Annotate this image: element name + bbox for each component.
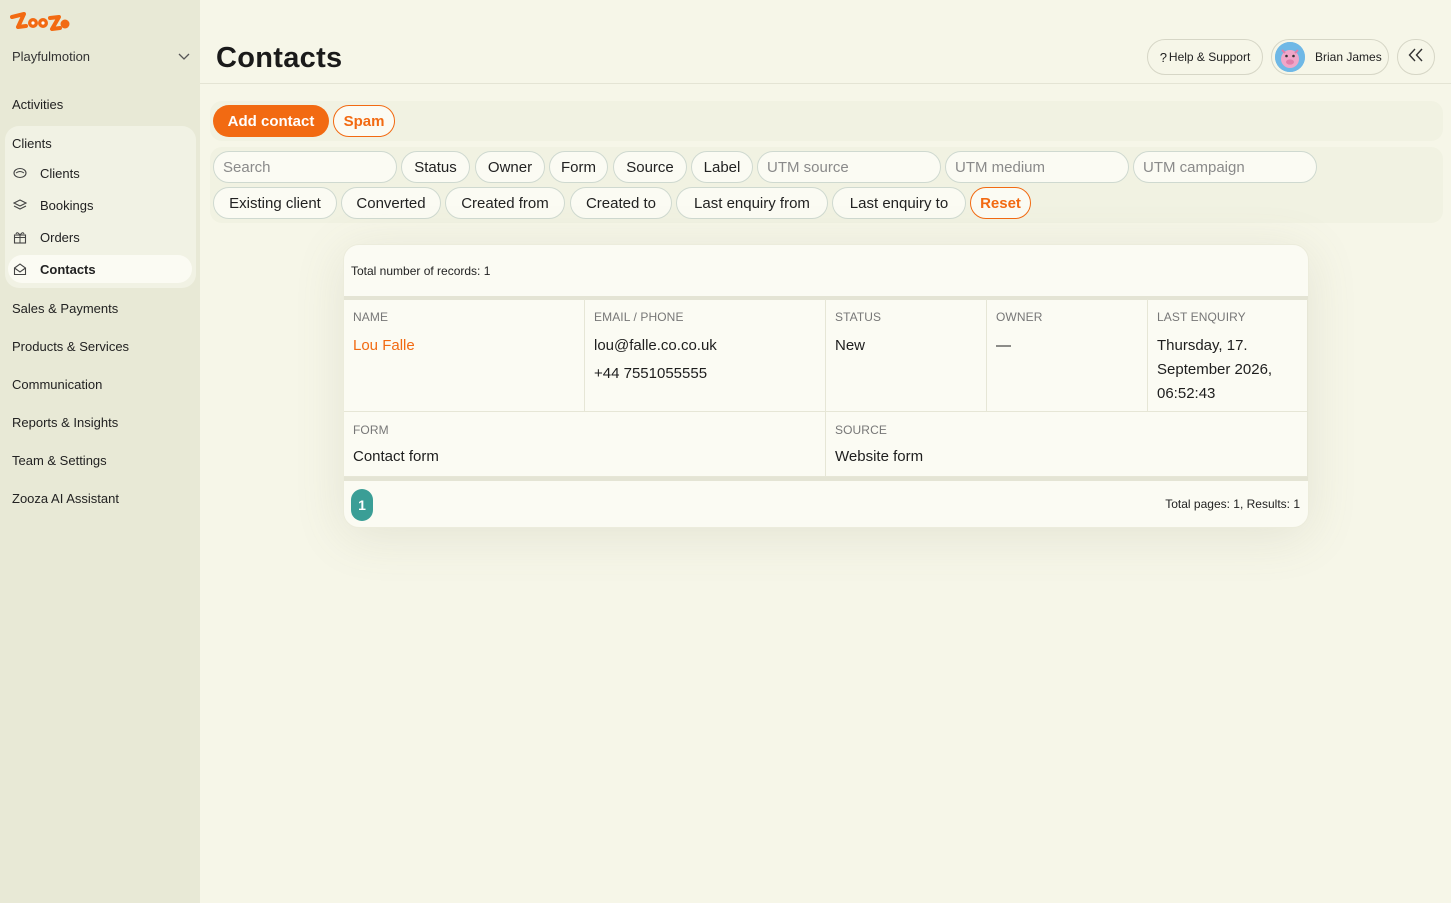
organization-switcher[interactable]: Playfulmotion xyxy=(12,48,190,64)
last-enquiry-to-filter[interactable]: Last enquiry to xyxy=(832,187,966,219)
envelope-open-icon xyxy=(13,262,27,276)
table-row: NAME Lou Falle EMAIL / PHONE lou@falle.c… xyxy=(344,299,1308,477)
chevrons-left-icon xyxy=(1408,48,1424,67)
source-filter[interactable]: Source xyxy=(613,151,687,183)
contact-status: New xyxy=(835,337,866,354)
layers-icon xyxy=(13,198,27,212)
source-header: SOURCE xyxy=(835,423,887,437)
contact-owner: — xyxy=(996,337,1011,354)
gift-icon xyxy=(13,230,27,244)
chevron-down-icon xyxy=(178,50,190,62)
converted-filter[interactable]: Converted xyxy=(341,187,441,219)
filter-bar: Search Status Owner Form Source Label UT… xyxy=(210,147,1443,223)
last-enquiry-header: LAST ENQUIRY xyxy=(1157,310,1246,324)
page-title: Contacts xyxy=(216,42,343,74)
source-cell: SOURCE Website form xyxy=(826,412,1308,477)
status-header: STATUS xyxy=(835,310,882,324)
spam-button[interactable]: Spam xyxy=(333,105,395,137)
email-phone-header: EMAIL / PHONE xyxy=(594,310,684,324)
status-filter[interactable]: Status xyxy=(401,151,470,183)
divider xyxy=(344,477,1308,481)
last-enquiry-cell: LAST ENQUIRY Thursday, 17. September 202… xyxy=(1148,299,1308,412)
sidebar-item-reports-insights[interactable]: Reports & Insights xyxy=(12,415,118,430)
action-bar: Add contact Spam xyxy=(210,101,1443,141)
contact-form: Contact form xyxy=(353,448,439,465)
owner-cell: OWNER — xyxy=(987,299,1148,412)
user-menu-button[interactable]: Brian James xyxy=(1271,39,1389,75)
sidebar-item-label: Clients xyxy=(40,165,80,181)
collapse-panel-button[interactable] xyxy=(1397,39,1435,75)
created-to-filter[interactable]: Created to xyxy=(570,187,672,219)
sidebar-item-bookings[interactable]: Bookings xyxy=(8,191,192,219)
sidebar-item-clients-group[interactable]: Clients xyxy=(12,136,52,151)
sidebar-item-activities[interactable]: Activities xyxy=(12,97,63,112)
pagination-totals: Total pages: 1, Results: 1 xyxy=(1165,497,1300,511)
sidebar-item-team-settings[interactable]: Team & Settings xyxy=(12,453,107,468)
contact-name-link[interactable]: Lou Falle xyxy=(353,334,575,358)
zooza-logo[interactable] xyxy=(10,9,70,35)
sidebar-item-orders[interactable]: Orders xyxy=(8,223,192,251)
utm-medium-input[interactable]: UTM medium xyxy=(945,151,1129,183)
question-icon: ? xyxy=(1159,49,1167,65)
reset-button[interactable]: Reset xyxy=(970,187,1031,219)
last-enquiry-from-filter[interactable]: Last enquiry from xyxy=(676,187,828,219)
sidebar-group-clients: Clients Clients Bookings Orders Contacts xyxy=(5,126,196,288)
sidebar-item-communication[interactable]: Communication xyxy=(12,377,102,392)
sidebar-item-clients[interactable]: Clients xyxy=(8,159,192,187)
form-cell: FORM Contact form xyxy=(344,412,826,477)
sidebar-item-contacts[interactable]: Contacts xyxy=(8,255,192,283)
organization-name: Playfulmotion xyxy=(12,48,91,64)
sidebar-item-ai-assistant[interactable]: Zooza AI Assistant xyxy=(12,491,119,506)
sidebar: Playfulmotion Activities Clients Clients… xyxy=(0,0,200,903)
created-from-filter[interactable]: Created from xyxy=(445,187,565,219)
user-name: Brian James xyxy=(1315,50,1382,64)
owner-header: OWNER xyxy=(996,310,1043,324)
help-support-button[interactable]: ? Help & Support xyxy=(1147,39,1263,75)
status-cell: STATUS New xyxy=(826,299,987,412)
pagination-page-1[interactable]: 1 xyxy=(351,489,373,521)
sidebar-item-label: Bookings xyxy=(40,197,94,213)
form-header: FORM xyxy=(353,423,389,437)
name-header: NAME xyxy=(353,310,389,324)
contact-phone[interactable]: +44 7551055555 xyxy=(594,362,816,386)
contact-email[interactable]: lou@falle.co.co.uk xyxy=(594,334,816,358)
sidebar-item-label: Contacts xyxy=(40,261,96,277)
records-count: Total number of records: 1 xyxy=(351,264,491,278)
search-input[interactable]: Search xyxy=(213,151,397,183)
contacts-table-card: Total number of records: 1 NAME Lou Fall… xyxy=(343,244,1309,528)
users-icon xyxy=(13,166,27,180)
avatar xyxy=(1275,42,1305,72)
owner-filter[interactable]: Owner xyxy=(475,151,545,183)
help-support-label: Help & Support xyxy=(1168,50,1251,64)
contact-source: Website form xyxy=(835,448,924,465)
add-contact-button[interactable]: Add contact xyxy=(213,105,329,137)
sidebar-item-label: Orders xyxy=(40,229,80,245)
label-filter[interactable]: Label xyxy=(691,151,753,183)
contact-last-enquiry: Thursday, 17. September 2026, 06:52:43 xyxy=(1157,337,1273,402)
email-phone-cell: EMAIL / PHONE lou@falle.co.co.uk +44 755… xyxy=(585,299,826,412)
utm-campaign-input[interactable]: UTM campaign xyxy=(1133,151,1317,183)
sidebar-item-sales-payments[interactable]: Sales & Payments xyxy=(12,301,118,316)
name-cell: NAME Lou Falle xyxy=(344,299,585,412)
existing-client-filter[interactable]: Existing client xyxy=(213,187,337,219)
form-filter[interactable]: Form xyxy=(549,151,608,183)
page-header: Contacts ? Help & Support Brian James xyxy=(200,0,1451,84)
sidebar-item-products-services[interactable]: Products & Services xyxy=(12,339,129,354)
utm-source-input[interactable]: UTM source xyxy=(757,151,941,183)
